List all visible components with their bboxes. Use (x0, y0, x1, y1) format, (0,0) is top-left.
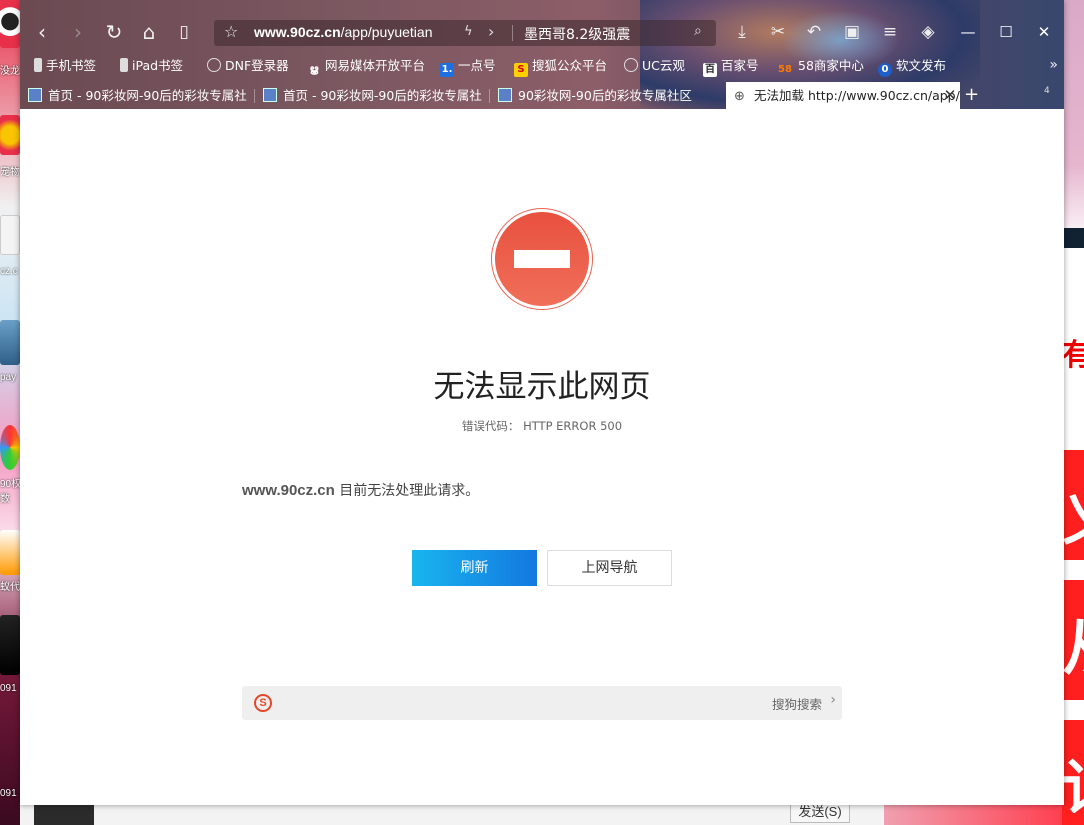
home-icon[interactable]: ⌂ (137, 20, 161, 44)
back-icon[interactable]: ‹ (30, 20, 54, 44)
sogou-logo-icon: S (254, 694, 272, 712)
desktop-label: 091 (0, 683, 17, 694)
web-navigation-button[interactable]: 上网导航 (547, 550, 672, 586)
error-stop-bar (514, 250, 570, 268)
minimize-icon[interactable]: — (950, 18, 986, 46)
thumbnail (1062, 228, 1084, 248)
poster-char: 记 (1062, 740, 1084, 825)
reload-icon[interactable]: ↻ (102, 20, 126, 44)
desktop-label: 没龙 (0, 66, 20, 77)
go-arrow-icon[interactable]: › (488, 22, 494, 41)
sogou-search-label[interactable]: 搜狗搜索 (772, 694, 822, 713)
ruanwen-icon: 0 (878, 63, 892, 77)
refresh-button[interactable]: 刷新 (412, 550, 537, 586)
qq-icon[interactable] (0, 4, 20, 48)
scissors-icon[interactable]: ✂ (766, 20, 790, 44)
photo-app-icon[interactable] (0, 425, 20, 470)
chevron-right-icon[interactable]: › (830, 692, 836, 708)
tab[interactable]: 首页 - 90彩妆网-90后的彩妆专属社 (20, 82, 254, 109)
video-app-icon[interactable] (0, 530, 20, 575)
divider (512, 25, 513, 41)
search-hint-text[interactable]: 墨西哥8.2级强震 (524, 24, 630, 44)
browser-titlebar: ‹ › ↻ ⌂ ▯ ☆ www.90cz.cn/app/puyuetian ϟ … (20, 0, 1064, 109)
skin-icon[interactable]: ◈ (916, 20, 940, 44)
desktop-label: pay (0, 372, 17, 383)
globe-icon (624, 58, 638, 72)
speed-mode-icon[interactable]: ϟ (464, 24, 473, 39)
bookmarks-bar: 手机书签 iPad书签 DNF登录器 ൠ 网易媒体开放平台 1. 一点号 S 搜狐公众… (20, 54, 1064, 78)
bookmark-item[interactable]: UC云观 (624, 57, 685, 75)
chat-sidebar (34, 805, 94, 825)
desktop-label: 宠物 (0, 167, 20, 178)
error-title: 无法显示此网页 (433, 369, 651, 405)
globe-icon: ⊕ (734, 89, 745, 104)
new-tab-icon[interactable]: + (964, 84, 979, 105)
maximize-icon[interactable]: ☐ (988, 18, 1024, 46)
error-message: www.90cz.cn 目前无法处理此请求。 (242, 482, 480, 499)
shield-app-icon[interactable] (0, 320, 20, 365)
bookmark-item[interactable]: 手机书签 (34, 57, 96, 75)
bookmark-item[interactable]: 1. 一点号 (440, 57, 496, 77)
desktop-label: 蚁代 (0, 582, 20, 593)
desktop-left-edge: 没龙 宠物 cz.c pay 90权 数 蚁代 091 091 (0, 0, 20, 825)
extension-icon[interactable]: ▣ (840, 20, 864, 44)
58-icon: 58 (778, 64, 792, 75)
desktop-label: 091 (0, 788, 17, 799)
tab[interactable]: 首页 - 90彩妆网-90后的彩妆专属社 (255, 82, 489, 109)
favicon-icon (28, 88, 42, 102)
desktop-label: 90权 (0, 479, 20, 490)
error-stop-icon (492, 209, 592, 309)
globe-icon (207, 58, 221, 72)
sogou-search-bar[interactable]: S 搜狗搜索 › (242, 686, 842, 720)
error-page: 无法显示此网页 错误代码： HTTP ERROR 500 www.90cz.cn… (20, 109, 1064, 805)
bookmarks-overflow-icon[interactable]: » (1049, 57, 1058, 73)
yidian-icon: 1. (440, 63, 454, 77)
wallpaper-fragment (884, 805, 1062, 825)
tab-strip: 首页 - 90彩妆网-90后的彩妆专属社 首页 - 90彩妆网-90后的彩妆专属… (20, 82, 1064, 109)
baijia-icon: 百 (703, 63, 717, 77)
netease-icon: ൠ (309, 64, 319, 75)
poster-char: 义 (1062, 470, 1084, 557)
bookmark-star-icon[interactable]: ☆ (224, 22, 238, 41)
bookmark-item[interactable]: 百百家号 (703, 57, 759, 77)
reading-mode-icon[interactable]: ▯ (172, 20, 196, 44)
bookmark-item[interactable]: 0 软文发布 (878, 57, 946, 77)
desktop-label: 数 (0, 494, 10, 505)
poster-char: 有 (1062, 338, 1084, 373)
browser-window: ‹ › ↻ ⌂ ▯ ☆ www.90cz.cn/app/puyuetian ϟ … (20, 0, 1064, 805)
pet-icon[interactable] (0, 115, 20, 155)
poster-char: 从 (1062, 600, 1084, 687)
desktop-right-edge: 有 义 从 记 (1062, 0, 1084, 825)
search-icon[interactable]: ⌕ (694, 23, 702, 39)
bookmark-item[interactable]: 58 58商家中心 (776, 57, 864, 75)
tab-count: 4 (1044, 86, 1050, 96)
bookmark-item[interactable]: DNF登录器 (207, 57, 289, 75)
tab[interactable]: 90彩妆网-90后的彩妆专属社区 (490, 82, 724, 109)
tab-close-icon[interactable]: ✕ (940, 82, 960, 109)
penguin-app-icon[interactable] (0, 615, 20, 675)
document-icon[interactable] (0, 215, 20, 255)
sohu-icon: S (514, 63, 528, 77)
error-code: 错误代码： HTTP ERROR 500 (461, 419, 623, 433)
download-icon[interactable]: ⤓ (730, 20, 754, 44)
favicon-icon (263, 88, 277, 102)
close-icon[interactable]: ✕ (1026, 18, 1062, 46)
bookmark-item[interactable]: S 搜狐公众平台 (514, 57, 607, 77)
forward-icon[interactable]: › (66, 20, 90, 44)
url-text[interactable]: www.90cz.cn/app/puyuetian (254, 24, 432, 40)
tab-active[interactable]: ⊕ 无法加载 http://www.90cz.cn/app/ (726, 82, 960, 109)
phone-icon (34, 58, 42, 72)
undo-icon[interactable]: ↶ (802, 20, 826, 44)
menu-icon[interactable]: ≡ (878, 20, 902, 44)
favicon-icon (498, 88, 512, 102)
tablet-icon (120, 58, 128, 72)
desktop-label: cz.c (0, 266, 18, 277)
bookmark-item[interactable]: iPad书签 (120, 57, 183, 75)
bookmark-item[interactable]: ൠ 网易媒体开放平台 (307, 57, 425, 75)
address-bar[interactable]: ☆ www.90cz.cn/app/puyuetian ϟ › 墨西哥8.2级强… (214, 20, 716, 46)
